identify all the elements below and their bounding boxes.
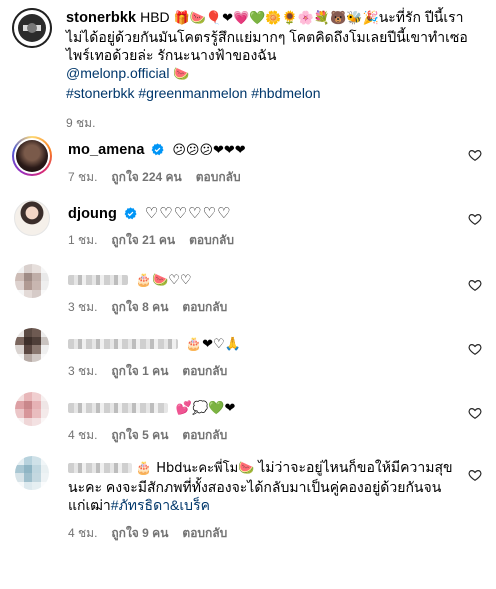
- verified-badge-icon: [124, 207, 137, 220]
- comment-likes[interactable]: ถูกใจ 9 คน: [111, 524, 168, 543]
- comment-item: 🎂 Hbdนะคะพี่โม🍉 ไม่ว่าจะอยู่ไหนก็ขอให้มี…: [12, 456, 482, 552]
- comment-time[interactable]: 1 ชม.: [68, 231, 97, 250]
- comment-likes[interactable]: ถูกใจ 1 คน: [111, 362, 168, 381]
- verified-badge-icon: [152, 143, 165, 156]
- caption-username[interactable]: stonerbkk: [66, 10, 136, 26]
- comment-likes[interactable]: ถูกใจ 8 คน: [111, 298, 168, 317]
- reply-button[interactable]: ตอบกลับ: [182, 524, 227, 543]
- reply-button[interactable]: ตอบกลับ: [182, 362, 227, 381]
- comments-panel: stonerbkk HBD 🎁🍉🎈❤💗💚🌼🌻🌸💐🐻🐝🎉นะที่รัก ปีนี…: [0, 0, 496, 589]
- comment-username[interactable]: djoung: [68, 206, 117, 222]
- comment-time[interactable]: 3 ชม.: [68, 362, 97, 381]
- comment-time[interactable]: 3 ชม.: [68, 298, 97, 317]
- comment-username-redacted[interactable]: [68, 403, 168, 414]
- heart-outline-icon: [468, 470, 482, 481]
- comment-likes[interactable]: ถูกใจ 224 คน: [111, 168, 181, 187]
- heart-outline-icon: [468, 150, 482, 161]
- heart-outline-icon: [468, 280, 482, 291]
- avatar[interactable]: [15, 264, 49, 298]
- avatar[interactable]: [12, 136, 52, 176]
- comment-time[interactable]: 4 ชม.: [68, 524, 97, 543]
- comment-time[interactable]: 4 ชม.: [68, 426, 97, 445]
- caption-mention-emoji: 🍉: [173, 67, 190, 82]
- comment-likes[interactable]: ถูกใจ 21 คน: [111, 231, 175, 250]
- avatar[interactable]: [14, 200, 50, 236]
- brand-logo-icon: [12, 8, 52, 48]
- heart-outline-icon: [468, 408, 482, 419]
- comment-username[interactable]: mo_amena: [68, 142, 145, 158]
- comment-username-redacted[interactable]: [68, 339, 178, 350]
- comment-item: djoung ♡♡♡♡♡♡ 1 ชม. ถูกใจ 21 คน ตอบกลับ: [12, 200, 482, 264]
- caption-mention[interactable]: @melonp.official: [66, 65, 169, 81]
- comment-item: 💕💭💚❤ 4 ชม. ถูกใจ 5 คน ตอบกลับ: [12, 392, 482, 456]
- like-button[interactable]: [468, 406, 482, 420]
- heart-outline-icon: [468, 214, 482, 225]
- comment-text-lead: 🎂 Hbdนะคะพี่โม: [135, 461, 239, 476]
- like-button[interactable]: [468, 148, 482, 162]
- comment-time[interactable]: 7 ชม.: [68, 168, 97, 187]
- comment-text: 🎂🍉♡♡: [135, 273, 192, 288]
- reply-button[interactable]: ตอบกลับ: [182, 426, 227, 445]
- comment-username-redacted[interactable]: [68, 275, 128, 286]
- avatar[interactable]: [12, 8, 52, 48]
- like-button[interactable]: [468, 342, 482, 356]
- caption-time[interactable]: 9 ชม.: [66, 114, 95, 133]
- avatar[interactable]: [15, 456, 49, 490]
- caption-hashtags[interactable]: #stonerbkk #greenmanmelon #hbdmelon: [66, 85, 321, 101]
- reply-button[interactable]: ตอบกลับ: [189, 231, 234, 250]
- like-button[interactable]: [468, 212, 482, 226]
- like-button[interactable]: [468, 278, 482, 292]
- reply-button[interactable]: ตอบกลับ: [196, 168, 241, 187]
- caption-text-lead: HBD: [140, 9, 170, 25]
- like-button[interactable]: [468, 468, 482, 482]
- post-caption: stonerbkk HBD 🎁🍉🎈❤💗💚🌼🌻🌸💐🐻🐝🎉นะที่รัก ปีนี…: [12, 8, 482, 136]
- comment-text-emoji: 🍉: [238, 461, 255, 476]
- avatar[interactable]: [15, 328, 49, 362]
- heart-outline-icon: [468, 344, 482, 355]
- comment-username-redacted[interactable]: [68, 463, 132, 474]
- comment-item: 🎂❤♡🙏 3 ชม. ถูกใจ 1 คน ตอบกลับ: [12, 328, 482, 392]
- reply-button[interactable]: ตอบกลับ: [182, 298, 227, 317]
- comment-text: 💕💭💚❤: [175, 401, 236, 416]
- comment-text: ♡♡♡♡♡♡: [144, 204, 232, 222]
- comment-likes[interactable]: ถูกใจ 5 คน: [111, 426, 168, 445]
- comment-item: 🎂🍉♡♡ 3 ชม. ถูกใจ 8 คน ตอบกลับ: [12, 264, 482, 328]
- comment-item: mo_amena 😕😕😕❤❤❤ 7 ชม. ถูกใจ 224 คน ตอบกล…: [12, 136, 482, 200]
- avatar[interactable]: [15, 392, 49, 426]
- comment-hashtag[interactable]: #ภัทรธิดา&เบร็ค: [111, 497, 210, 513]
- comment-text: 🎂❤♡🙏: [185, 337, 241, 352]
- caption-emoji-row: 🎁🍉🎈❤💗💚🌼🌻🌸💐🐻🐝🎉: [173, 11, 379, 26]
- comment-text: 😕😕😕❤❤❤: [172, 143, 246, 158]
